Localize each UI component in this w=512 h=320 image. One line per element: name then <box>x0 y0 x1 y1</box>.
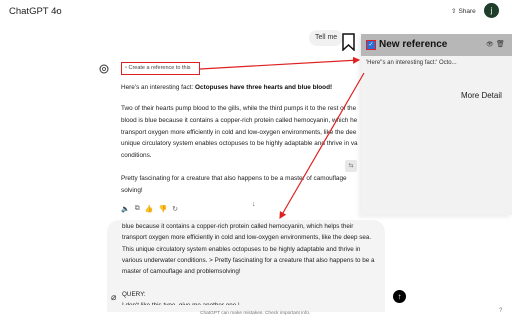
bookmark-icon[interactable] <box>341 33 356 51</box>
more-detail-link[interactable]: More Detail <box>461 91 502 100</box>
chevron-down-icon[interactable]: ⌄ <box>52 5 59 14</box>
send-button[interactable]: ↑ <box>393 290 406 303</box>
paragraph-line: conditions. <box>121 152 152 160</box>
trash-icon[interactable]: 🗑 <box>496 40 505 48</box>
assistant-paragraph-3: Pretty fascinating for a creature that a… <box>121 173 361 198</box>
paragraph-line: transport oxygen more efficiently in col… <box>121 128 357 136</box>
assistant-paragraph-1: Here's an interesting fact: Octopuses ha… <box>121 82 361 94</box>
assistant-logo-icon <box>99 64 109 74</box>
panel-resize-handle[interactable]: ⇆ <box>345 160 357 172</box>
avatar[interactable]: j <box>484 3 499 18</box>
copy-icon[interactable]: ⧉ <box>135 205 140 213</box>
fact-bold: Octopuses have three hearts and blue blo… <box>195 84 333 91</box>
create-reference-label: Create a reference to this <box>128 65 191 71</box>
paragraph-line: Pretty fascinating for a creature that a… <box>121 175 347 182</box>
arrow-to-panel <box>199 56 361 70</box>
reference-title: New reference <box>379 39 448 50</box>
disclaimer-text: ChatGPT can make mistakes. Check importa… <box>200 311 311 316</box>
share-label: Share <box>458 8 476 15</box>
regenerate-icon[interactable]: ↻ <box>172 205 178 213</box>
reference-icon: ▫ <box>125 65 127 71</box>
share-button[interactable]: ⇧ Share <box>447 5 480 19</box>
reference-checkbox[interactable]: ✓ <box>366 40 376 50</box>
paragraph-line: solving! <box>121 186 143 194</box>
fact-intro: Here's an interesting fact: <box>121 84 196 91</box>
message-actions: 🔈 ⧉ 👍 👎 ↻ <box>121 205 178 213</box>
message-input[interactable]: blue because it contains a copper-rich p… <box>122 221 384 305</box>
user-message-bubble: Tell me <box>309 30 344 46</box>
scroll-down-icon[interactable]: ↓ <box>252 201 256 208</box>
thumbs-down-icon[interactable]: 👎 <box>158 205 167 213</box>
paragraph-line: blood is blue because it contains a copp… <box>121 116 358 124</box>
assistant-paragraph-2: Two of their hearts pump blood to the gi… <box>121 103 361 163</box>
eye-icon[interactable]: 👁 <box>486 41 494 48</box>
reference-quote: 'Here''s an interesting fact:' Octo... <box>366 60 457 66</box>
attach-icon[interactable]: ⌀ <box>111 292 116 303</box>
top-bar: ChatGPT 4o ⌄ ⇧ Share j <box>0 0 512 26</box>
share-icon: ⇧ <box>451 8 457 15</box>
read-aloud-icon[interactable]: 🔈 <box>121 205 130 213</box>
paragraph-line: Two of their hearts pump blood to the gi… <box>121 105 357 112</box>
thumbs-up-icon[interactable]: 👍 <box>145 205 154 213</box>
help-icon[interactable]: ? <box>499 308 502 314</box>
create-reference-button[interactable]: ▫ Create a reference to this <box>121 62 200 75</box>
paragraph-line: unique circulatory system enables octopu… <box>121 140 358 148</box>
